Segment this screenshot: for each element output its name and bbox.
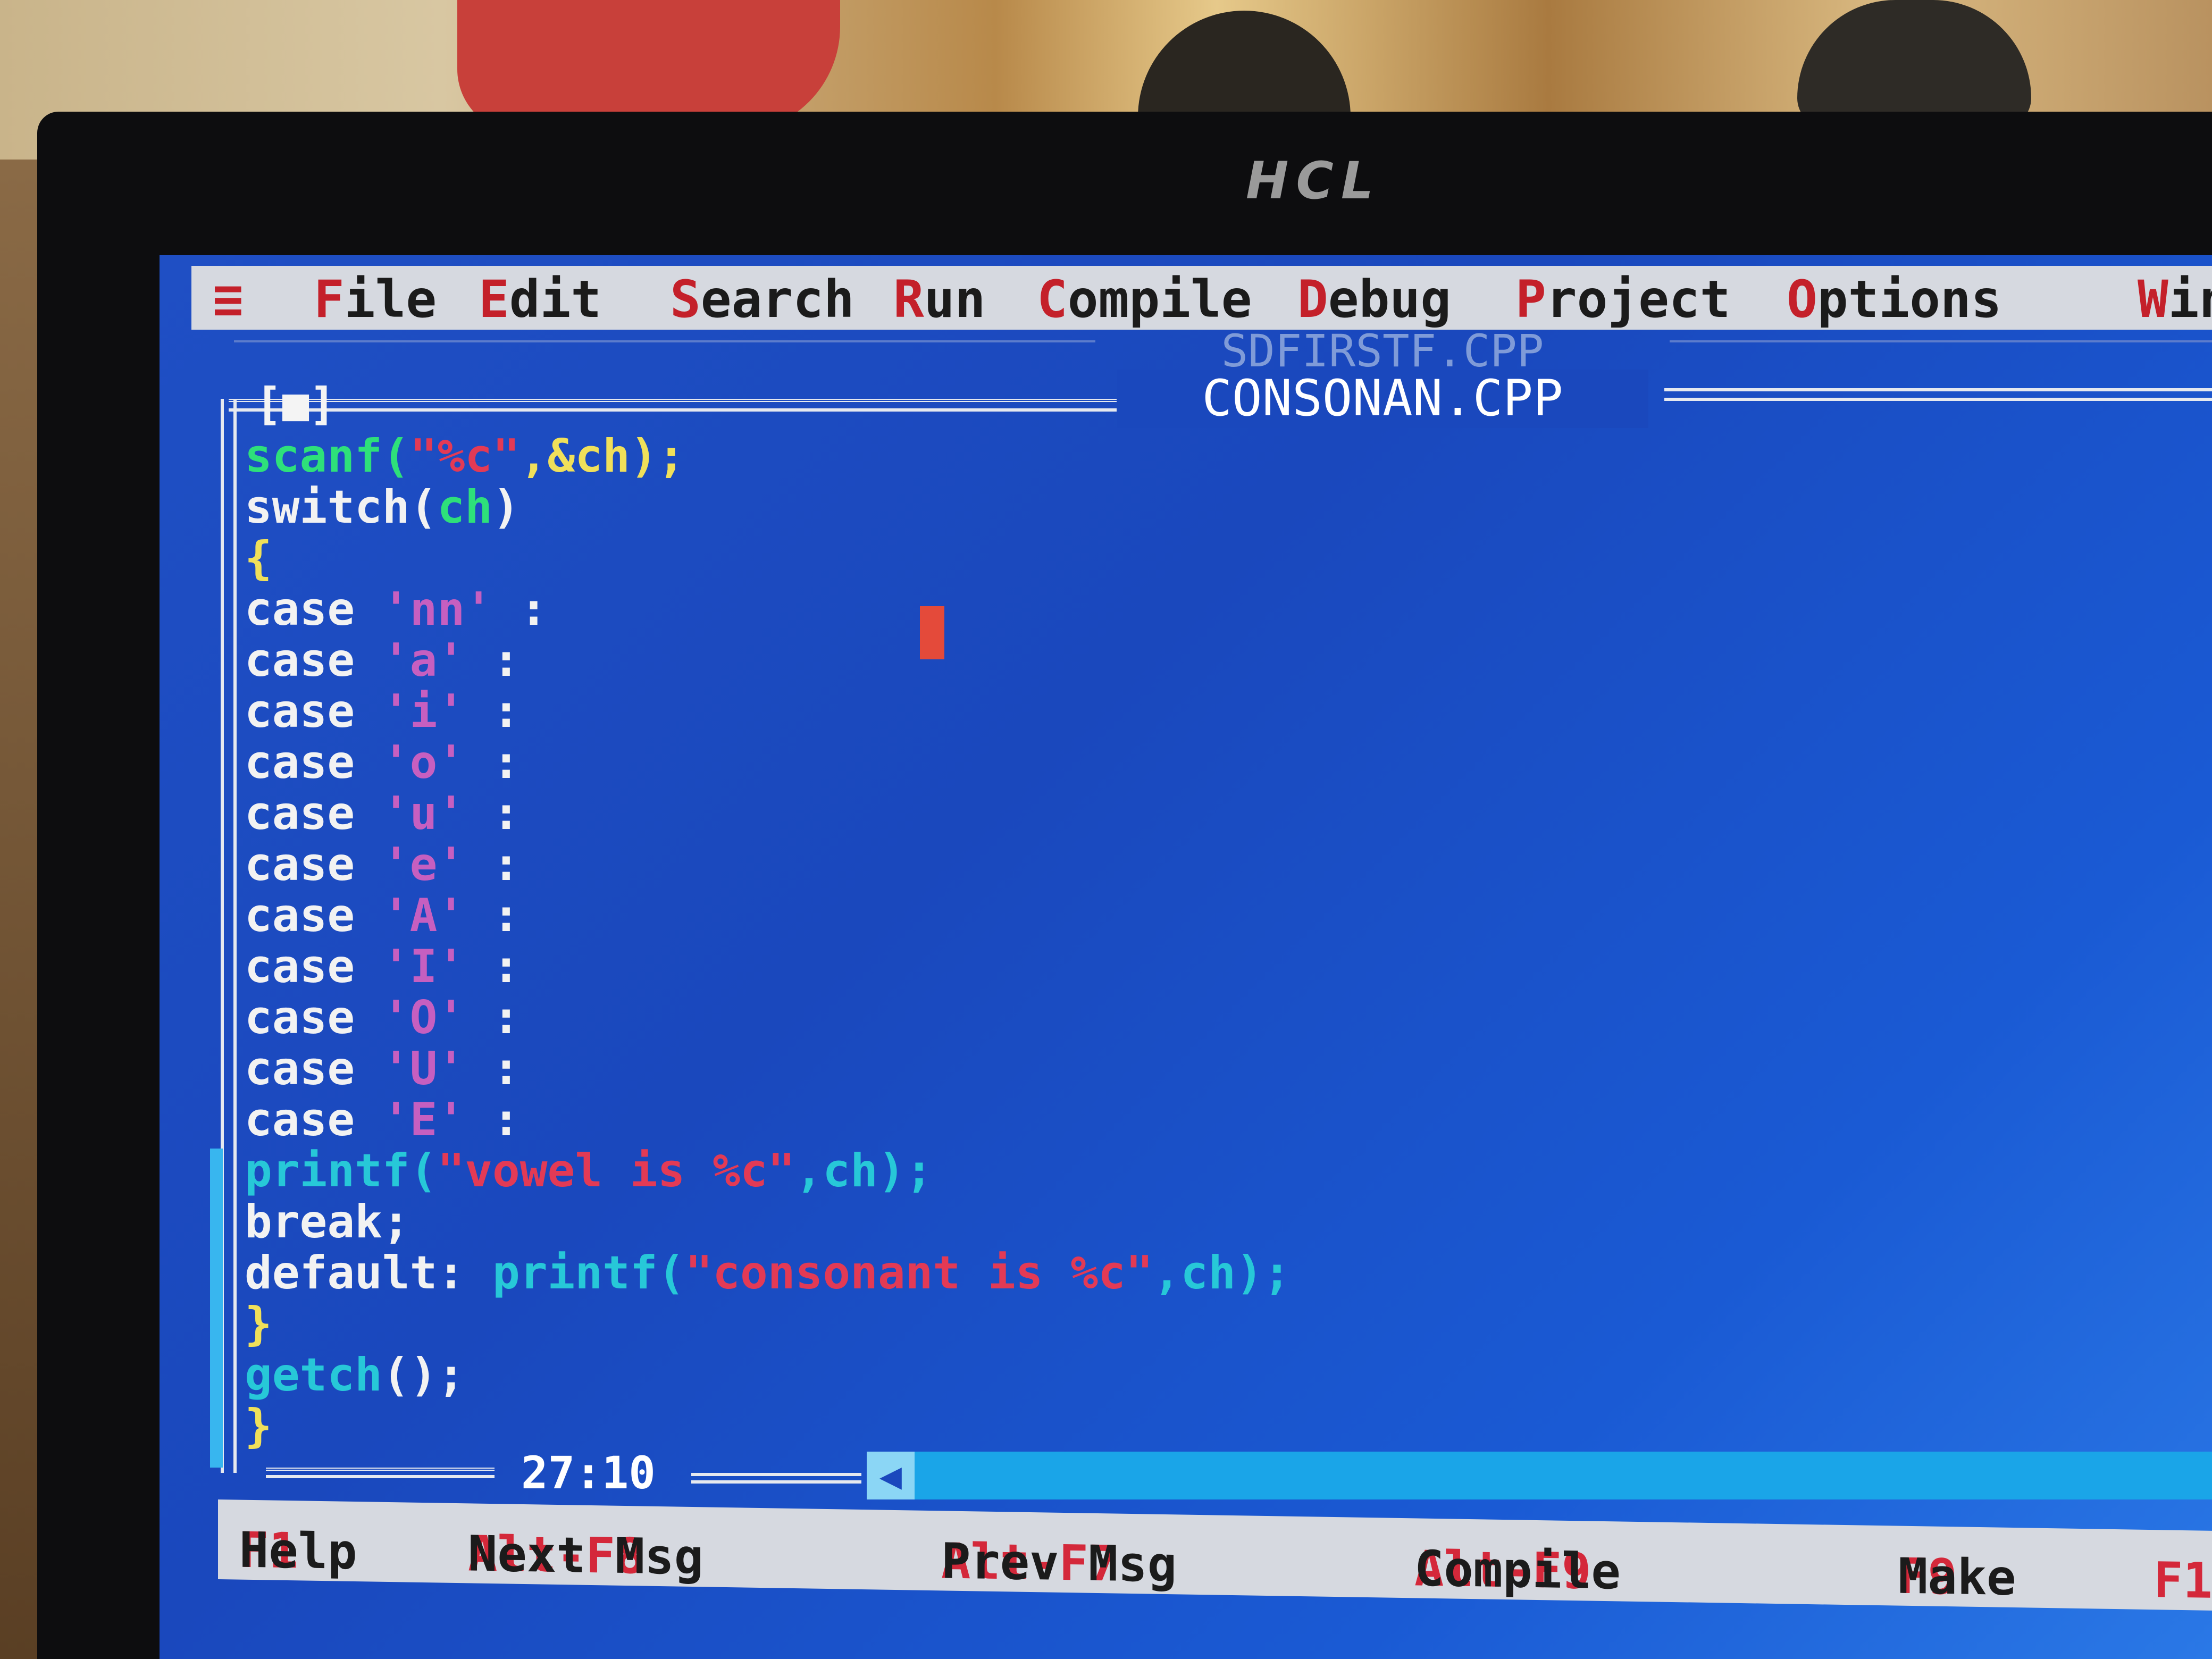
code-line: break; xyxy=(245,1195,410,1249)
menu-search[interactable]: Search xyxy=(670,270,854,329)
menu-compile[interactable]: Compile xyxy=(1037,270,1252,329)
back-window-rule xyxy=(234,340,1095,342)
monitor-brand-logo: HCL xyxy=(1246,151,1381,211)
code-line: getch(); xyxy=(245,1348,465,1402)
code-line: case 'E' : xyxy=(245,1093,520,1146)
window-frame-top xyxy=(1664,388,2212,401)
code-line: case 'nn' : xyxy=(245,583,548,636)
menu-debug[interactable]: Debug xyxy=(1297,270,1451,329)
code-line: case 'O' : xyxy=(245,991,520,1044)
window-frame-left xyxy=(221,399,237,1473)
code-line: printf("vowel is %c",ch); xyxy=(245,1144,933,1197)
code-line: } xyxy=(245,1297,272,1351)
function-key-hint-bar: F1 Help Alt-F8 Next Msg Alt-F7 Prev Msg … xyxy=(218,1499,2212,1611)
code-line: scanf("%c",&ch); xyxy=(245,430,685,483)
code-editor[interactable]: scanf("%c",&ch); switch(ch) { case 'nn' … xyxy=(245,431,2159,1452)
code-line: } xyxy=(245,1400,272,1453)
menu-project[interactable]: Project xyxy=(1515,270,1731,329)
text-cursor xyxy=(920,606,944,659)
window-frame-highlight xyxy=(210,1149,223,1468)
code-line: case 'U' : xyxy=(245,1042,520,1095)
window-frame-top xyxy=(229,399,1170,412)
menu-run[interactable]: Run xyxy=(893,270,985,329)
code-line: switch(ch) xyxy=(245,481,520,534)
menu-bar: ≡ File Edit Search Run Compile Debug Pro… xyxy=(191,266,2212,330)
scroll-left-arrow-icon[interactable]: ◀ xyxy=(867,1452,915,1499)
code-line: case 'o' : xyxy=(245,736,520,789)
window-close-box[interactable]: [■] xyxy=(255,378,336,431)
system-menu-icon[interactable]: ≡ xyxy=(213,270,244,329)
code-line: case 'i' : xyxy=(245,685,520,738)
code-line: case 'I' : xyxy=(245,940,520,993)
menu-options[interactable]: Options xyxy=(1787,270,2002,329)
window-frame-bottom xyxy=(691,1473,861,1484)
menu-file[interactable]: File xyxy=(314,270,437,329)
ide-screen: ≡ File Edit Search Run Compile Debug Pro… xyxy=(160,255,2212,1659)
code-line: { xyxy=(245,532,272,585)
cursor-position-indicator: 27:10 xyxy=(521,1447,656,1499)
code-line: case 'u' : xyxy=(245,787,520,840)
horizontal-scrollbar[interactable] xyxy=(915,1452,2212,1499)
back-window-rule xyxy=(1670,340,2212,342)
code-line: case 'e' : xyxy=(245,838,520,891)
code-line: case 'a' : xyxy=(245,634,520,687)
menu-edit[interactable]: Edit xyxy=(479,270,601,329)
active-window-title: CONSONAN.CPP xyxy=(1117,370,1648,428)
code-line: case 'A' : xyxy=(245,889,520,942)
window-frame-bottom xyxy=(266,1468,495,1478)
menu-window[interactable]: Win xyxy=(2138,270,2212,329)
code-line: default: printf("consonant is %c",ch); xyxy=(245,1246,1291,1300)
